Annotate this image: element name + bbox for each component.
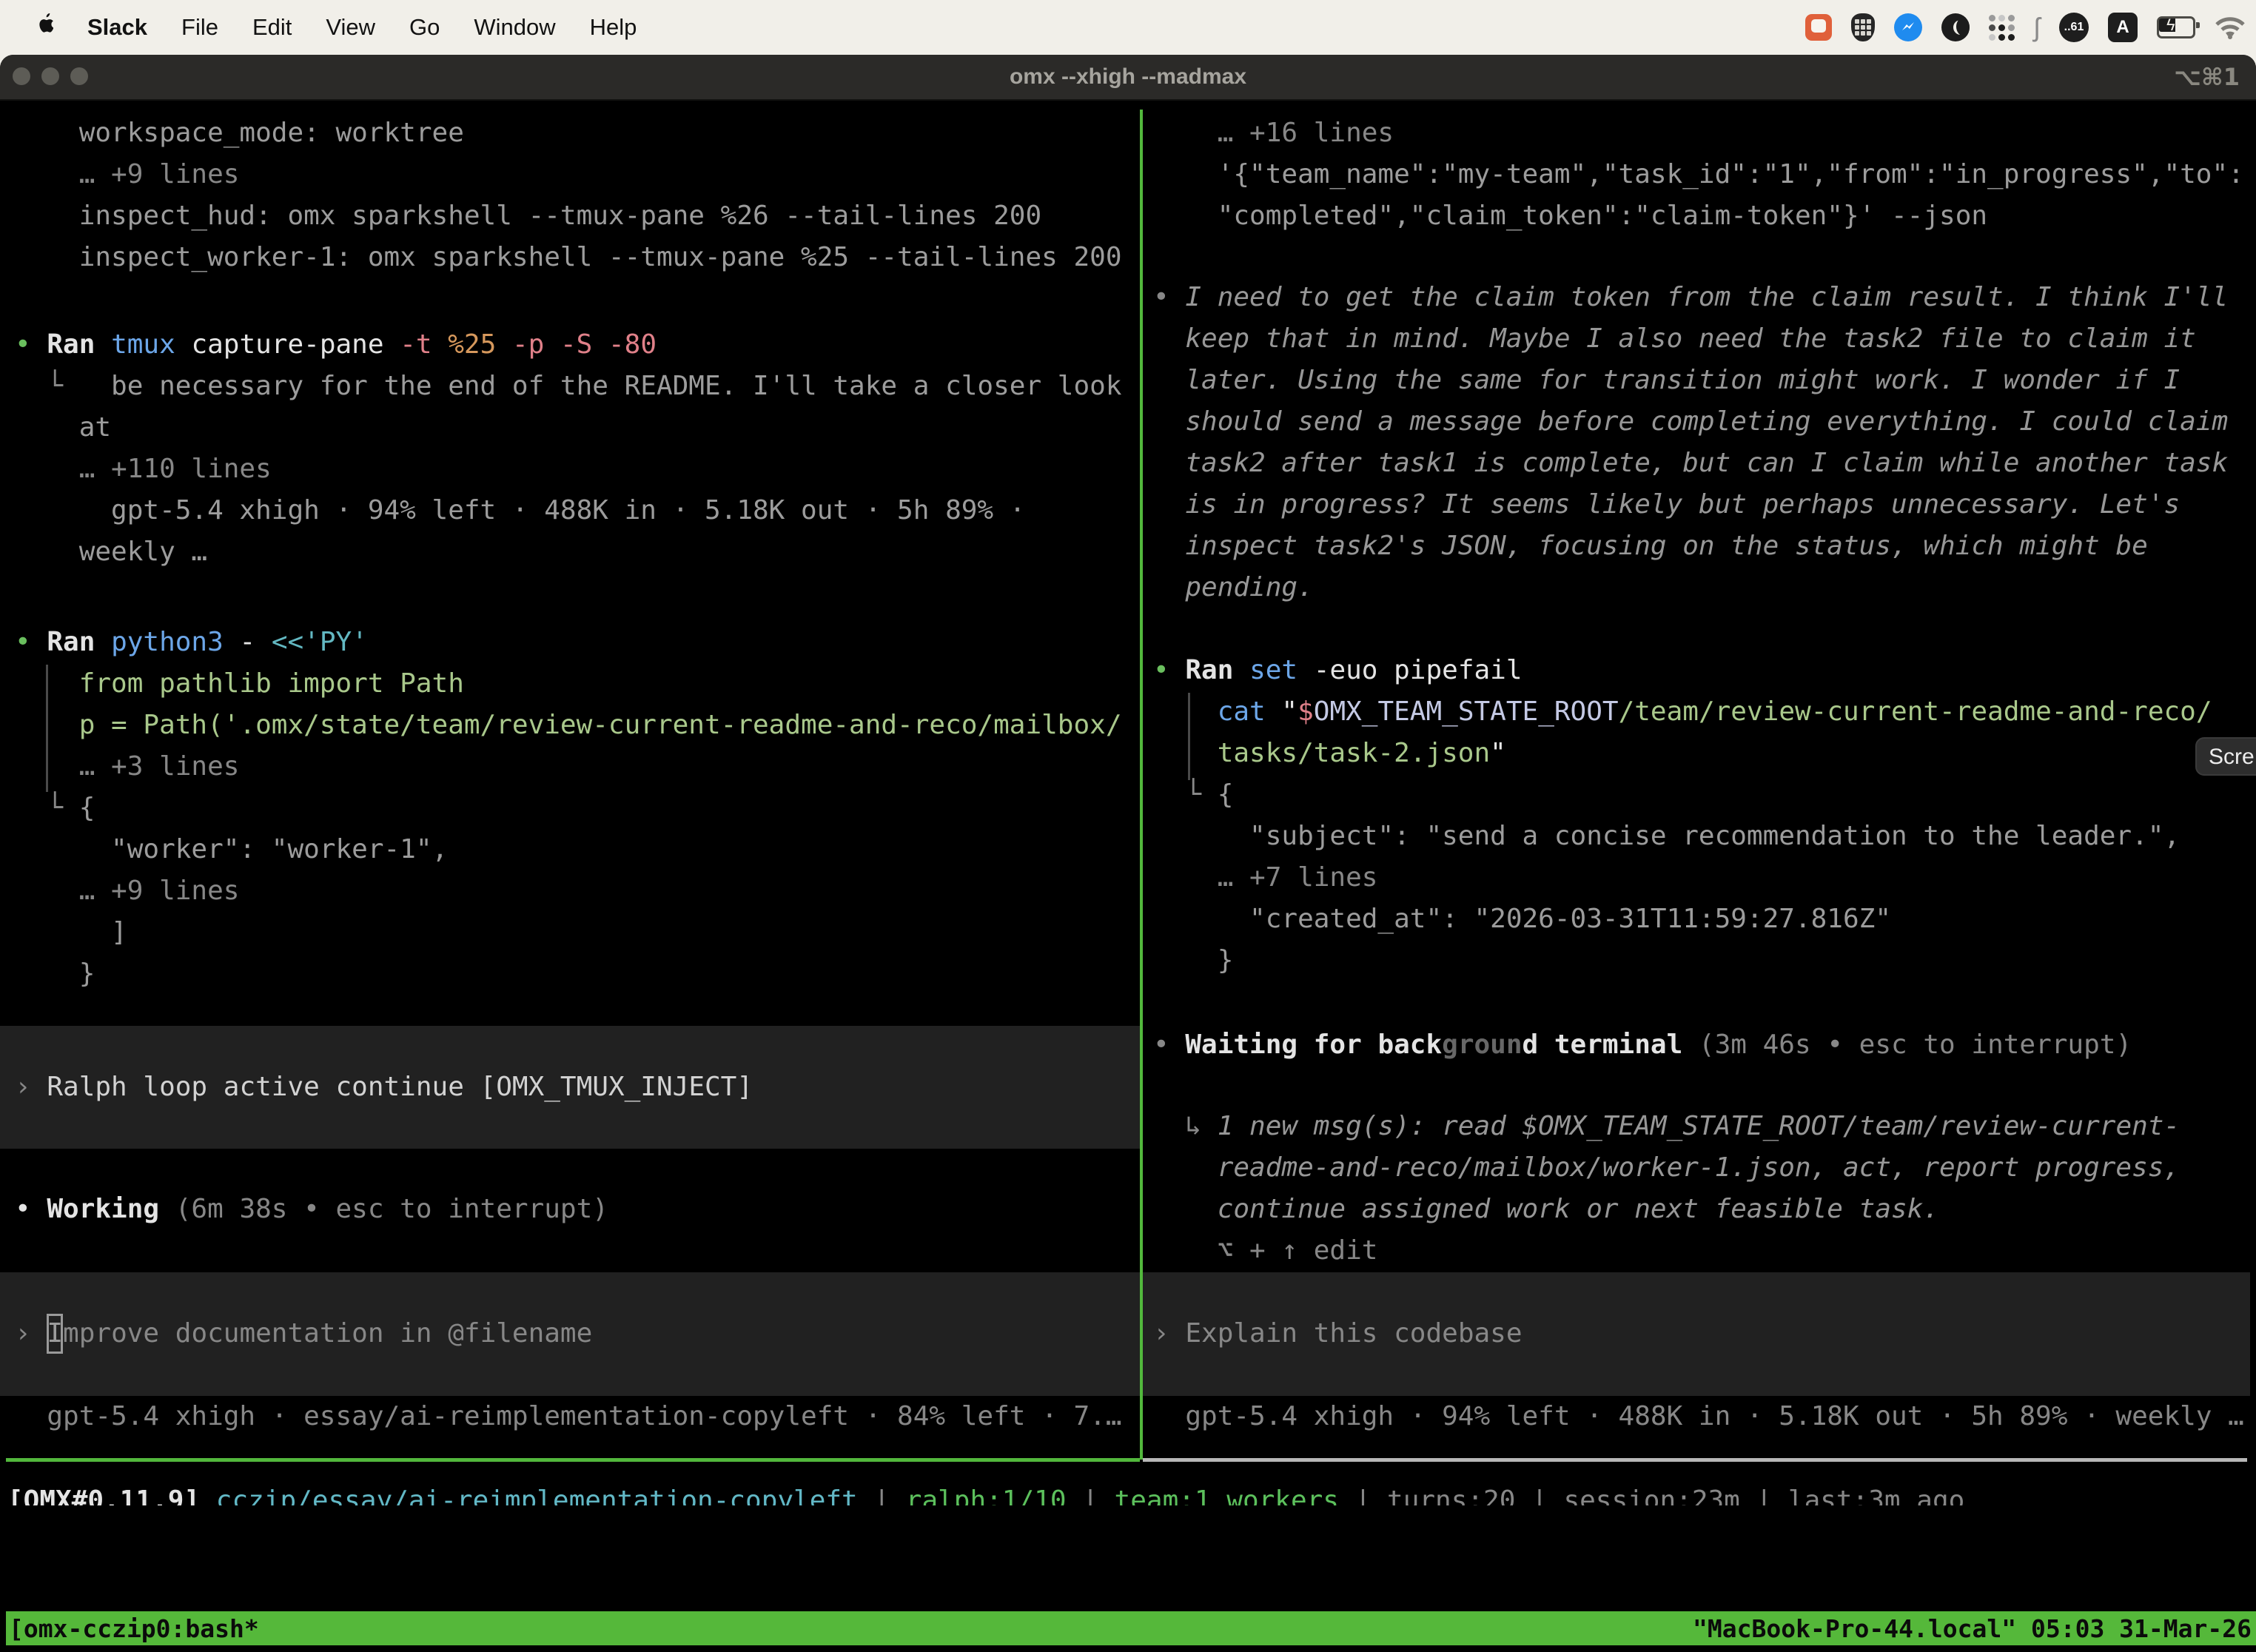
tmux-status-bar: [omx-cczip0:bash* "MacBook-Pro-44.local"… [6, 1611, 2256, 1645]
menu-item-edit[interactable]: Edit [252, 14, 292, 41]
menu-status-icons: ʃ ..61 Aϟ [1805, 0, 2246, 55]
input-source-icon[interactable]: A [2108, 13, 2138, 42]
chat-app-icon[interactable] [1805, 14, 1832, 41]
window-title: omx --xhigh --madmax [0, 55, 2256, 99]
screen: Slack File Edit View Go Window Help ʃ ..61 Aϟ o… [0, 0, 2256, 1652]
menu-bar: Slack File Edit View Go Window Help ʃ ..61 Aϟ [0, 0, 2256, 55]
menu-item-help[interactable]: Help [590, 14, 637, 41]
tmux-host-clock: "MacBook-Pro-44.local" 05:03 31-Mar-26 [1693, 1614, 2256, 1643]
menu-items: Slack File Edit View Go Window Help [0, 12, 637, 43]
apple-icon [33, 13, 53, 37]
window-shortcut-badge: ⌥⌘1 [2174, 55, 2240, 99]
tmux-session-label: [omx-cczip0:bash* [6, 1614, 259, 1643]
battery-icon[interactable]: ϟ [2157, 16, 2195, 38]
wifi-icon[interactable] [2215, 16, 2246, 39]
crescent-app-icon[interactable] [1941, 13, 1970, 41]
menu-item-go[interactable]: Go [409, 14, 440, 41]
menu-item-slack[interactable]: Slack [87, 14, 147, 41]
omx-session-line-line: [OMX#0.11.9] cczip/essay/ai-reimplementa… [7, 1480, 1964, 1505]
terminal-window: omx --xhigh --madmax ⌥⌘1 workspace_mode:… [0, 55, 2256, 1652]
omx-status-pane: [OMX#0.11.9] cczip/essay/ai-reimplementa… [7, 99, 2250, 1505]
messenger-app-icon[interactable] [1894, 13, 1922, 41]
apple-menu-icon[interactable] [33, 12, 53, 43]
usage-badge-icon[interactable]: ..61 [2059, 13, 2089, 42]
window-title-bar[interactable]: omx --xhigh --madmax ⌥⌘1 [0, 55, 2256, 101]
squiggle-icon[interactable]: ʃ [2034, 12, 2040, 43]
menu-item-view[interactable]: View [326, 14, 375, 41]
dots-grid-icon[interactable] [1989, 15, 2015, 41]
shield-app-icon[interactable] [1851, 13, 1875, 41]
screen-tooltip: Scre [2195, 737, 2256, 776]
menu-item-window[interactable]: Window [474, 14, 555, 41]
menu-item-file[interactable]: File [181, 14, 218, 41]
